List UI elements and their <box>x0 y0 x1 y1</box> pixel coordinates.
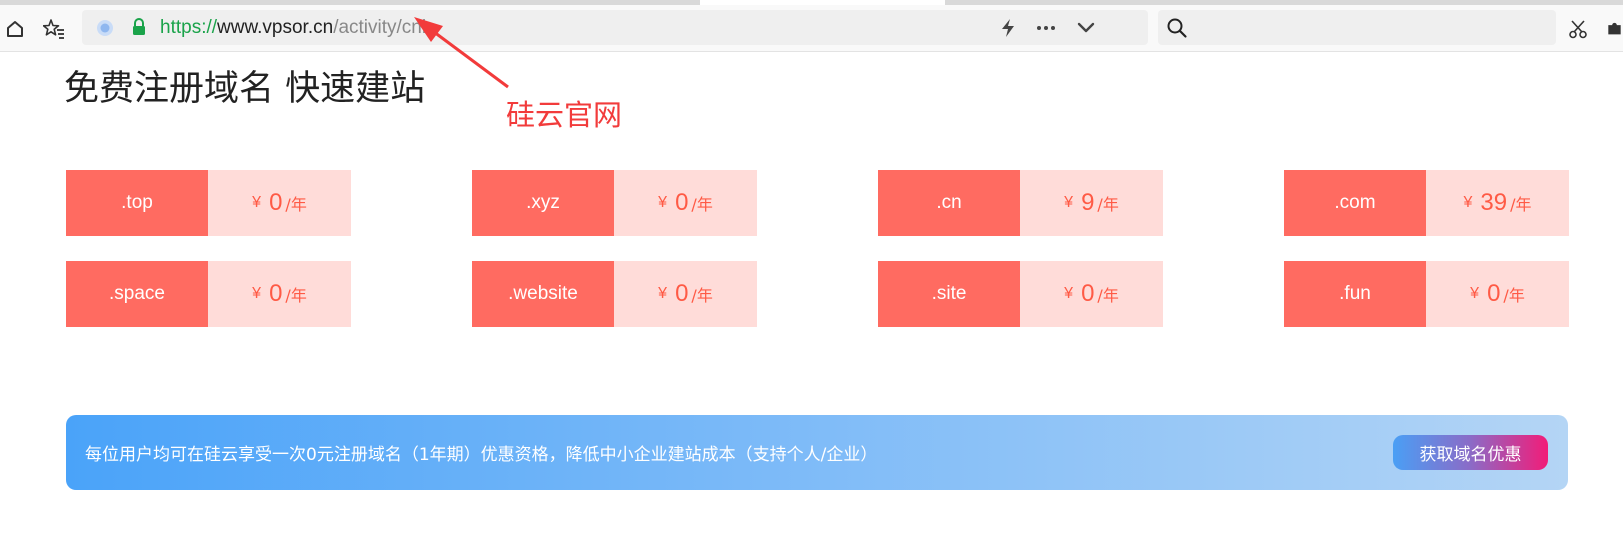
currency-symbol: ¥ <box>658 285 668 302</box>
domain-tld: .xyz <box>472 170 614 236</box>
price-value: 0 <box>269 189 283 216</box>
domain-tld: .fun <box>1284 261 1426 327</box>
home-icon[interactable] <box>4 18 26 40</box>
browser-window: https://www.vpsor.cn/activity/cnh 免费注册域名… <box>0 0 1623 550</box>
currency-symbol: ¥ <box>1470 285 1480 302</box>
domain-tld: .com <box>1284 170 1426 236</box>
price-value: 0 <box>675 189 689 216</box>
price-unit: /年 <box>1503 286 1525 305</box>
domain-price: ¥0/年 <box>614 261 757 327</box>
domain-card[interactable]: .site ¥0/年 <box>878 261 1163 327</box>
domain-card[interactable]: .com ¥39/年 <box>1284 170 1569 236</box>
get-domain-offer-button[interactable]: 获取域名优惠 <box>1393 435 1548 470</box>
lock-icon[interactable] <box>131 18 147 36</box>
price-value: 0 <box>269 280 283 307</box>
price-unit: /年 <box>691 195 713 214</box>
browser-toolbar: https://www.vpsor.cn/activity/cnh <box>0 5 1623 52</box>
domain-tld: .website <box>472 261 614 327</box>
shield-icon[interactable] <box>96 19 114 37</box>
url-protocol: https:// <box>160 17 218 38</box>
domain-card[interactable]: .cn ¥9/年 <box>878 170 1163 236</box>
search-input[interactable] <box>1196 15 1550 41</box>
address-bar[interactable]: https://www.vpsor.cn/activity/cnh <box>82 10 1148 45</box>
currency-symbol: ¥ <box>252 285 262 302</box>
promo-banner: 每位用户均可在硅云享受一次0元注册域名（1年期）优惠资格，降低中小企业建站成本（… <box>66 415 1568 490</box>
currency-symbol: ¥ <box>1064 285 1074 302</box>
lightning-icon[interactable] <box>997 17 1019 39</box>
domain-price: ¥0/年 <box>208 261 351 327</box>
price-value: 0 <box>1487 280 1501 307</box>
domain-card[interactable]: .space ¥0/年 <box>66 261 351 327</box>
annotation-label: 硅云官网 <box>506 98 623 132</box>
bookmark-star-icon[interactable] <box>43 18 65 40</box>
banner-text: 每位用户均可在硅云享受一次0元注册域名（1年期）优惠资格，降低中小企业建站成本（… <box>85 445 878 465</box>
domain-price-grid: .top ¥0/年 .xyz ¥0/年 .cn ¥9/年 .com ¥39/年 .space ¥0… <box>66 170 1569 328</box>
search-box[interactable] <box>1158 10 1556 45</box>
domain-tld: .site <box>878 261 1020 327</box>
domain-price: ¥0/年 <box>1020 261 1163 327</box>
domain-card[interactable]: .website ¥0/年 <box>472 261 757 327</box>
currency-symbol: ¥ <box>252 194 262 211</box>
domain-price: ¥0/年 <box>1426 261 1569 327</box>
price-value: 39 <box>1480 189 1508 216</box>
domain-price: ¥39/年 <box>1426 170 1569 236</box>
price-unit: /年 <box>285 286 307 305</box>
url-path: /activity/cnh <box>333 17 433 38</box>
url-host: www.vpsor.cn <box>217 17 334 38</box>
domain-tld: .cn <box>878 170 1020 236</box>
more-icon[interactable] <box>1035 17 1057 39</box>
currency-symbol: ¥ <box>1463 194 1473 211</box>
domain-price: ¥9/年 <box>1020 170 1163 236</box>
page-title: 免费注册域名 快速建站 <box>64 69 426 109</box>
scissors-icon[interactable] <box>1567 18 1589 40</box>
currency-symbol: ¥ <box>1064 194 1074 211</box>
domain-tld: .space <box>66 261 208 327</box>
domain-card[interactable]: .xyz ¥0/年 <box>472 170 757 236</box>
chevron-down-icon[interactable] <box>1075 17 1097 39</box>
price-value: 0 <box>1081 280 1095 307</box>
domain-card[interactable]: .fun ¥0/年 <box>1284 261 1569 327</box>
price-value: 9 <box>1081 189 1095 216</box>
url-text[interactable]: https://www.vpsor.cn/activity/cnh <box>160 17 432 39</box>
price-unit: /年 <box>691 286 713 305</box>
domain-price: ¥0/年 <box>208 170 351 236</box>
currency-symbol: ¥ <box>658 194 668 211</box>
price-unit: /年 <box>1510 195 1532 214</box>
search-icon[interactable] <box>1166 17 1188 39</box>
domain-tld: .top <box>66 170 208 236</box>
price-unit: /年 <box>1097 286 1119 305</box>
puzzle-icon[interactable] <box>1606 18 1623 40</box>
price-value: 0 <box>675 280 689 307</box>
price-unit: /年 <box>285 195 307 214</box>
domain-price: ¥0/年 <box>614 170 757 236</box>
domain-card[interactable]: .top ¥0/年 <box>66 170 351 236</box>
price-unit: /年 <box>1097 195 1119 214</box>
